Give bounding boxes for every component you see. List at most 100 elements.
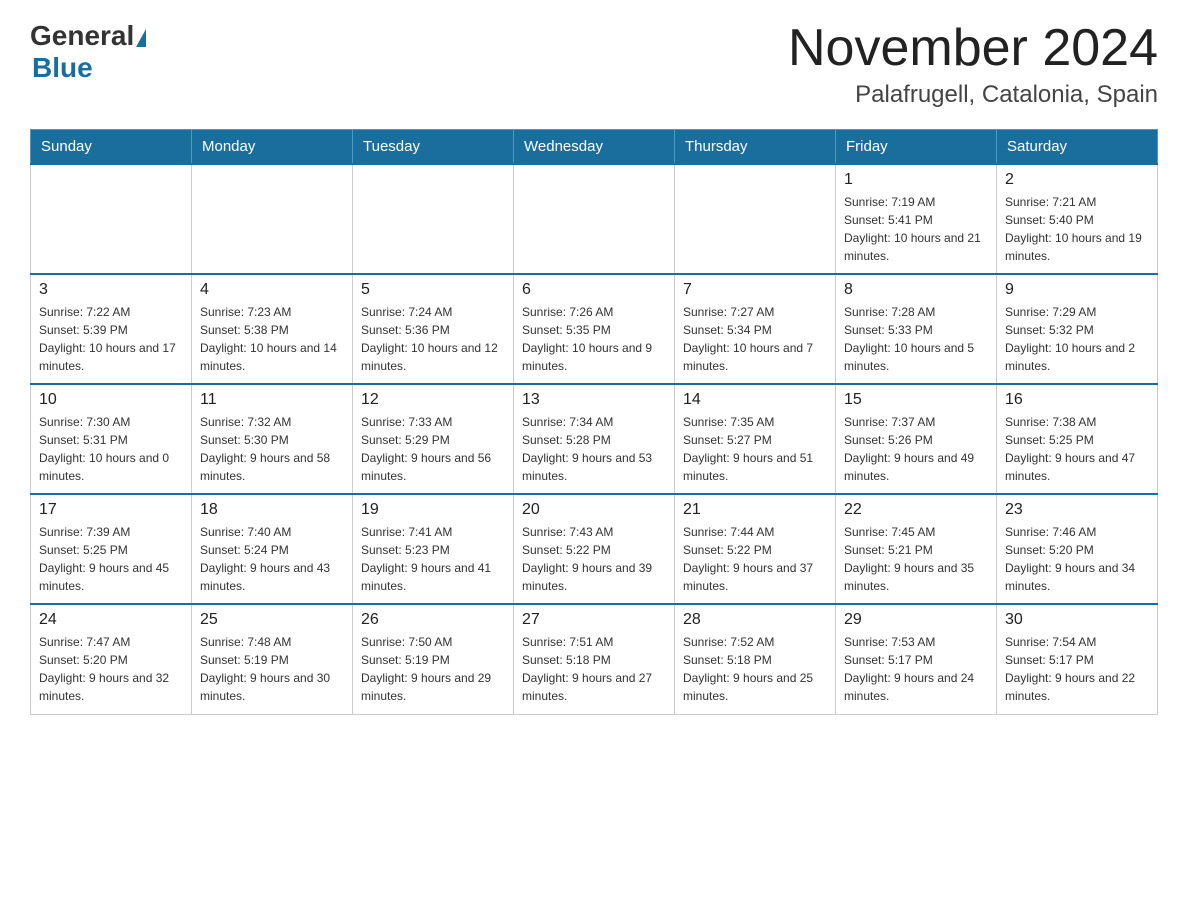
day-info: Sunrise: 7:35 AMSunset: 5:27 PMDaylight:… <box>683 413 827 485</box>
week-row-5: 24Sunrise: 7:47 AMSunset: 5:20 PMDayligh… <box>31 604 1158 714</box>
weekday-header-thursday: Thursday <box>675 130 836 165</box>
week-row-4: 17 Sunrise: 7:39 AMSunset: 5:25 PMDayligh… <box>31 494 1158 604</box>
day-number: 9 <box>1005 281 1149 299</box>
calendar-cell: 2Sunrise: 7:21 AMSunset: 5:40 PMDaylight… <box>997 164 1158 274</box>
day-info: Sunrise: 7:28 AMSunset: 5:33 PMDaylight:… <box>844 303 988 375</box>
weekday-header-monday: Monday <box>192 130 353 165</box>
weekday-header-saturday: Saturday <box>997 130 1158 165</box>
day-number: 12 <box>361 391 505 409</box>
day-info: Sunrise: 7:51 AMSunset: 5:18 PMDaylight:… <box>522 633 666 705</box>
day-info: Sunrise: 7:26 AMSunset: 5:35 PMDaylight:… <box>522 303 666 375</box>
day-info: Sunrise: 7:53 AMSunset: 5:17 PMDaylight:… <box>844 633 988 705</box>
day-number: 19 <box>361 501 505 519</box>
day-info: Sunrise: 7:32 AMSunset: 5:30 PMDaylight:… <box>200 413 344 485</box>
day-number: 7 <box>683 281 827 299</box>
day-number: 5 <box>361 281 505 299</box>
day-number: 6 <box>522 281 666 299</box>
calendar-cell: 24Sunrise: 7:47 AMSunset: 5:20 PMDayligh… <box>31 604 192 714</box>
day-number: 4 <box>200 281 344 299</box>
calendar-cell: 21 Sunrise: 7:44 AMSunset: 5:22 PMDayligh… <box>675 494 836 604</box>
day-info: Sunrise: 7:46 AMSunset: 5:20 PMDaylight:… <box>1005 523 1149 595</box>
day-info: Sunrise: 7:43 AMSunset: 5:22 PMDaylight:… <box>522 523 666 595</box>
calendar-cell: 19 Sunrise: 7:41 AMSunset: 5:23 PMDayligh… <box>353 494 514 604</box>
calendar-cell: 30 Sunrise: 7:54 AMSunset: 5:17 PMDayligh… <box>997 604 1158 714</box>
calendar-cell: 11 Sunrise: 7:32 AMSunset: 5:30 PMDayligh… <box>192 384 353 494</box>
day-info: Sunrise: 7:22 AMSunset: 5:39 PMDaylight:… <box>39 303 183 375</box>
day-info: Sunrise: 7:52 AMSunset: 5:18 PMDaylight:… <box>683 633 827 705</box>
weekday-header-sunday: Sunday <box>31 130 192 165</box>
calendar-cell <box>675 164 836 274</box>
calendar-cell: 28 Sunrise: 7:52 AMSunset: 5:18 PMDayligh… <box>675 604 836 714</box>
calendar-cell: 25Sunrise: 7:48 AMSunset: 5:19 PMDayligh… <box>192 604 353 714</box>
logo-triangle-icon <box>136 29 146 47</box>
calendar-cell: 7 Sunrise: 7:27 AMSunset: 5:34 PMDaylight… <box>675 274 836 384</box>
calendar-cell <box>31 164 192 274</box>
day-number: 1 <box>844 171 988 189</box>
weekday-header-wednesday: Wednesday <box>514 130 675 165</box>
calendar-cell: 12Sunrise: 7:33 AMSunset: 5:29 PMDayligh… <box>353 384 514 494</box>
day-info: Sunrise: 7:23 AMSunset: 5:38 PMDaylight:… <box>200 303 344 375</box>
week-row-1: 1 Sunrise: 7:19 AMSunset: 5:41 PMDaylight… <box>31 164 1158 274</box>
calendar-cell: 27 Sunrise: 7:51 AMSunset: 5:18 PMDayligh… <box>514 604 675 714</box>
weekday-header-tuesday: Tuesday <box>353 130 514 165</box>
day-number: 3 <box>39 281 183 299</box>
day-info: Sunrise: 7:29 AMSunset: 5:32 PMDaylight:… <box>1005 303 1149 375</box>
calendar-cell: 16 Sunrise: 7:38 AMSunset: 5:25 PMDayligh… <box>997 384 1158 494</box>
calendar-cell: 5 Sunrise: 7:24 AMSunset: 5:36 PMDaylight… <box>353 274 514 384</box>
day-info: Sunrise: 7:50 AMSunset: 5:19 PMDaylight:… <box>361 633 505 705</box>
calendar-cell: 6 Sunrise: 7:26 AMSunset: 5:35 PMDaylight… <box>514 274 675 384</box>
day-number: 22 <box>844 501 988 519</box>
calendar-cell <box>192 164 353 274</box>
day-number: 28 <box>683 611 827 629</box>
day-info: Sunrise: 7:19 AMSunset: 5:41 PMDaylight:… <box>844 193 988 265</box>
day-number: 29 <box>844 611 988 629</box>
day-info: Sunrise: 7:27 AMSunset: 5:34 PMDaylight:… <box>683 303 827 375</box>
day-number: 17 <box>39 501 183 519</box>
day-number: 20 <box>522 501 666 519</box>
day-number: 30 <box>1005 611 1149 629</box>
calendar-cell: 3 Sunrise: 7:22 AMSunset: 5:39 PMDaylight… <box>31 274 192 384</box>
logo-blue-text: Blue <box>32 52 93 84</box>
calendar-cell: 8 Sunrise: 7:28 AMSunset: 5:33 PMDaylight… <box>836 274 997 384</box>
day-number: 10 <box>39 391 183 409</box>
calendar-cell: 10Sunrise: 7:30 AMSunset: 5:31 PMDayligh… <box>31 384 192 494</box>
day-info: Sunrise: 7:38 AMSunset: 5:25 PMDaylight:… <box>1005 413 1149 485</box>
calendar-cell: 26 Sunrise: 7:50 AMSunset: 5:19 PMDayligh… <box>353 604 514 714</box>
calendar-cell <box>514 164 675 274</box>
day-info: Sunrise: 7:39 AMSunset: 5:25 PMDaylight:… <box>39 523 183 595</box>
day-number: 27 <box>522 611 666 629</box>
day-number: 16 <box>1005 391 1149 409</box>
weekday-header-row: SundayMondayTuesdayWednesdayThursdayFrid… <box>31 130 1158 165</box>
day-number: 24 <box>39 611 183 629</box>
header: General Blue November 2024 Palafrugell, … <box>30 20 1158 109</box>
day-number: 21 <box>683 501 827 519</box>
day-info: Sunrise: 7:41 AMSunset: 5:23 PMDaylight:… <box>361 523 505 595</box>
day-info: Sunrise: 7:24 AMSunset: 5:36 PMDaylight:… <box>361 303 505 375</box>
day-number: 18 <box>200 501 344 519</box>
calendar-cell: 18 Sunrise: 7:40 AMSunset: 5:24 PMDayligh… <box>192 494 353 604</box>
day-number: 8 <box>844 281 988 299</box>
calendar-cell: 13Sunrise: 7:34 AMSunset: 5:28 PMDayligh… <box>514 384 675 494</box>
day-number: 26 <box>361 611 505 629</box>
location-title: Palafrugell, Catalonia, Spain <box>788 81 1158 109</box>
calendar-cell: 20 Sunrise: 7:43 AMSunset: 5:22 PMDayligh… <box>514 494 675 604</box>
day-number: 25 <box>200 611 344 629</box>
day-number: 14 <box>683 391 827 409</box>
logo-area: General Blue <box>30 20 146 84</box>
calendar-cell: 17 Sunrise: 7:39 AMSunset: 5:25 PMDayligh… <box>31 494 192 604</box>
day-number: 11 <box>200 391 344 409</box>
day-number: 23 <box>1005 501 1149 519</box>
calendar-cell: 4 Sunrise: 7:23 AMSunset: 5:38 PMDaylight… <box>192 274 353 384</box>
week-row-3: 10Sunrise: 7:30 AMSunset: 5:31 PMDayligh… <box>31 384 1158 494</box>
calendar-cell: 22Sunrise: 7:45 AMSunset: 5:21 PMDayligh… <box>836 494 997 604</box>
day-info: Sunrise: 7:40 AMSunset: 5:24 PMDaylight:… <box>200 523 344 595</box>
day-number: 13 <box>522 391 666 409</box>
day-info: Sunrise: 7:37 AMSunset: 5:26 PMDaylight:… <box>844 413 988 485</box>
logo: General <box>30 20 146 52</box>
calendar-table: SundayMondayTuesdayWednesdayThursdayFrid… <box>30 129 1158 715</box>
day-info: Sunrise: 7:54 AMSunset: 5:17 PMDaylight:… <box>1005 633 1149 705</box>
month-title: November 2024 <box>788 20 1158 77</box>
day-info: Sunrise: 7:44 AMSunset: 5:22 PMDaylight:… <box>683 523 827 595</box>
calendar-cell: 23 Sunrise: 7:46 AMSunset: 5:20 PMDayligh… <box>997 494 1158 604</box>
week-row-2: 3 Sunrise: 7:22 AMSunset: 5:39 PMDaylight… <box>31 274 1158 384</box>
